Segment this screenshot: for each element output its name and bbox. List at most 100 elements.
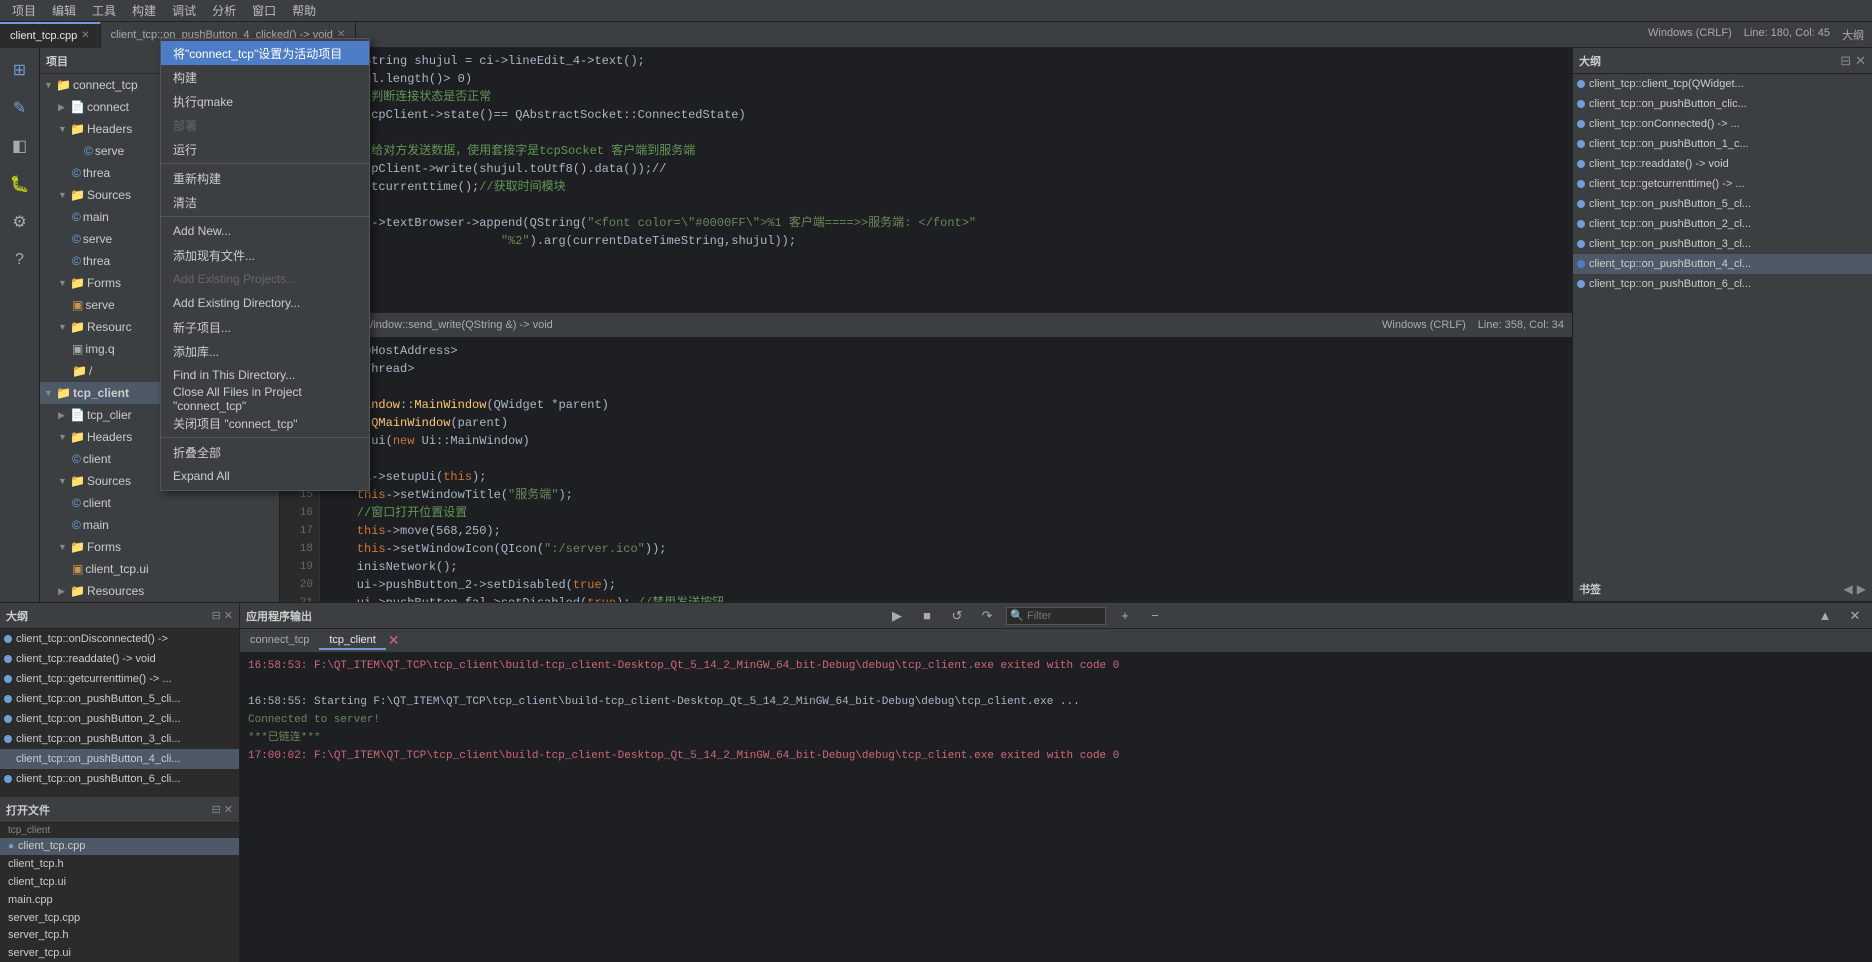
output-tab-connect-tcp[interactable]: connect_tcp: [240, 632, 319, 650]
tree-item-client-cpp[interactable]: © client: [40, 492, 279, 514]
cpp-icon: ©: [72, 232, 81, 246]
open-file-label: main.cpp: [8, 894, 53, 906]
bottom-outline-item-4[interactable]: client_tcp::on_pushButton_2_cli...: [0, 709, 239, 729]
ctx-close-project[interactable]: 关闭项目 "connect_tcp": [161, 411, 369, 435]
close-output-icon-btn[interactable]: ✕: [1844, 605, 1866, 627]
bottom-outline-item-1[interactable]: client_tcp::readdate() -> void: [0, 649, 239, 669]
outline-item-10[interactable]: client_tcp::on_pushButton_6_cl...: [1573, 274, 1872, 294]
open-file-client-h[interactable]: client_tcp.h: [0, 855, 239, 873]
tree-item-forms-2[interactable]: ▼ 📁 Forms: [40, 536, 279, 558]
ctx-build[interactable]: 构建: [161, 65, 369, 89]
tree-item-main2-cpp[interactable]: © main: [40, 514, 279, 536]
tab-close-icon[interactable]: ✕: [81, 30, 89, 41]
folder-icon: 📁: [70, 540, 85, 554]
arrow-icon: ▼: [58, 432, 68, 442]
ctx-clean[interactable]: 清洁: [161, 190, 369, 214]
minus-output-icon-btn[interactable]: −: [1144, 605, 1166, 627]
outline-item-6[interactable]: client_tcp::on_pushButton_5_cl...: [1573, 194, 1872, 214]
restart-icon-btn[interactable]: ↺: [946, 605, 968, 627]
menu-tools[interactable]: 工具: [84, 0, 124, 21]
ctx-add-existing-file[interactable]: 添加现有文件...: [161, 243, 369, 267]
outline-dot-icon: [4, 755, 12, 763]
outline-item-1[interactable]: client_tcp::on_pushButton_clic...: [1573, 94, 1872, 114]
outline-item-0[interactable]: client_tcp::client_tcp(QWidget...: [1573, 74, 1872, 94]
ctx-set-active[interactable]: 将"connect_tcp"设置为活动项目: [161, 48, 369, 65]
menu-edit[interactable]: 编辑: [44, 0, 84, 21]
bottom-outline-icons[interactable]: ⊟ ✕: [212, 609, 234, 622]
outline-item-2[interactable]: client_tcp::onConnected() -> ...: [1573, 114, 1872, 134]
open-file-client-tcp-cpp[interactable]: ● client_tcp.cpp: [0, 838, 239, 856]
bottom-outline-item-5[interactable]: client_tcp::on_pushButton_3_cli...: [0, 729, 239, 749]
ctx-add-existing-dir[interactable]: Add Existing Directory...: [161, 291, 369, 315]
ctx-close-all-files[interactable]: Close All Files in Project "connect_tcp": [161, 387, 369, 411]
bottom-outline-item-0[interactable]: client_tcp::onDisconnected() ->: [0, 629, 239, 649]
open-file-server-h[interactable]: server_tcp.h: [0, 926, 239, 944]
cursor-position-info: Line: 180, Col: 45: [1744, 27, 1830, 43]
bookmarks-arrow2-icon[interactable]: ▶: [1857, 582, 1866, 596]
menu-window[interactable]: 窗口: [244, 0, 284, 21]
tree-item-resources-2[interactable]: ▶ 📁 Resources: [40, 580, 279, 602]
tree-item-client-tcp-ui[interactable]: ▣ client_tcp.ui: [40, 558, 279, 580]
bookmarks-arrow-icon[interactable]: ◀: [1844, 582, 1853, 596]
menu-project[interactable]: 项目: [4, 0, 44, 21]
outline-dot-icon: [1577, 280, 1585, 288]
open-file-server-ui[interactable]: server_tcp.ui: [0, 944, 239, 962]
open-file-client-ui[interactable]: client_tcp.ui: [0, 873, 239, 891]
ctx-new-subproject[interactable]: 新子项目...: [161, 315, 369, 339]
arrow-icon: ▼: [58, 476, 68, 486]
ctx-expand-all[interactable]: Expand All: [161, 464, 369, 488]
debug-icon-btn[interactable]: 🐛: [2, 166, 38, 202]
projects-icon-btn[interactable]: ⚙: [2, 204, 38, 240]
outline-item-5[interactable]: client_tcp::getcurrenttime() -> ...: [1573, 174, 1872, 194]
add-output-icon-btn[interactable]: +: [1114, 605, 1136, 627]
outline-filter-icon[interactable]: ⊟: [1840, 53, 1851, 69]
output-line-0: 16:58:53: F:\QT_ITEM\QT_TCP\tcp_client\b…: [248, 657, 1864, 675]
code-text-bottom[interactable]: <QHostAddress> <Thread> MainWindow::Main…: [320, 338, 1572, 602]
right-panel: 大纲 ⊟ ✕ client_tcp::client_tcp(QWidget...…: [1572, 48, 1872, 602]
ctx-add-new[interactable]: Add New...: [161, 219, 369, 243]
outline-close-icon[interactable]: ✕: [1855, 53, 1866, 69]
ctx-run[interactable]: 运行: [161, 137, 369, 161]
outline-title: 大纲: [1579, 53, 1836, 69]
bottom-outline-item-2[interactable]: client_tcp::getcurrenttime() -> ...: [0, 669, 239, 689]
outline-item-8[interactable]: client_tcp::on_pushButton_3_cl...: [1573, 234, 1872, 254]
welcome-icon-btn[interactable]: ⊞: [2, 52, 38, 88]
open-file-main-cpp[interactable]: main.cpp: [0, 891, 239, 909]
outline-dot-icon: [4, 775, 12, 783]
outline-item-7[interactable]: client_tcp::on_pushButton_2_cl...: [1573, 214, 1872, 234]
ctx-collapse-all[interactable]: 折叠全部: [161, 440, 369, 464]
open-file-label: server_tcp.ui: [8, 947, 71, 959]
step-over-icon-btn[interactable]: ↷: [976, 605, 998, 627]
ctx-rebuild[interactable]: 重新构建: [161, 166, 369, 190]
open-files-icons[interactable]: ⊟ ✕: [212, 803, 234, 816]
code-editor-top[interactable]: QString shujul = ci->lineEdit_4->text();…: [280, 48, 1572, 312]
maximize-output-icon-btn[interactable]: ▲: [1814, 605, 1836, 627]
design-icon-btn[interactable]: ◧: [2, 128, 38, 164]
stop-icon-btn[interactable]: ■: [916, 605, 938, 627]
menu-analyze[interactable]: 分析: [204, 0, 244, 21]
help-icon-btn[interactable]: ?: [2, 242, 38, 278]
ctx-qmake[interactable]: 执行qmake: [161, 89, 369, 113]
outline-item-4[interactable]: client_tcp::readdate() -> void: [1573, 154, 1872, 174]
outline-item-label: client_tcp::client_tcp(QWidget...: [1589, 78, 1744, 90]
outline-item-3[interactable]: client_tcp::on_pushButton_1_c...: [1573, 134, 1872, 154]
open-file-label: client_tcp.cpp: [18, 840, 85, 852]
open-file-server-cpp[interactable]: server_tcp.cpp: [0, 909, 239, 927]
bottom-outline-item-6[interactable]: client_tcp::on_pushButton_4_cli...: [0, 749, 239, 769]
menu-help[interactable]: 帮助: [284, 0, 324, 21]
bottom-outline-item-7[interactable]: client_tcp::on_pushButton_6_cli...: [0, 769, 239, 789]
tab-client-tcp-cpp[interactable]: client_tcp.cpp ✕: [0, 22, 101, 48]
outline-item-9[interactable]: client_tcp::on_pushButton_4_cl...: [1573, 254, 1872, 274]
edit-icon-btn[interactable]: ✎: [2, 90, 38, 126]
play-icon-btn[interactable]: ▶: [886, 605, 908, 627]
bottom-outline-item-3[interactable]: client_tcp::on_pushButton_5_cli...: [0, 689, 239, 709]
ctx-find-in-dir[interactable]: Find in This Directory...: [161, 363, 369, 387]
menu-build[interactable]: 构建: [124, 0, 164, 21]
bottom-area: 大纲 ⊟ ✕ client_tcp::onDisconnected() -> c…: [0, 602, 1872, 962]
code-text-top[interactable]: QString shujul = ci->lineEdit_4->text();…: [320, 48, 1572, 312]
line-ending-info: Windows (CRLF): [1648, 27, 1732, 43]
menu-debug[interactable]: 调试: [164, 0, 204, 21]
ctx-add-library[interactable]: 添加库...: [161, 339, 369, 363]
code-editor-bottom[interactable]: 89101112 1314151617 18192021 <QHostAddre…: [280, 338, 1572, 602]
output-tab-tcp-client[interactable]: tcp_client: [319, 632, 385, 650]
